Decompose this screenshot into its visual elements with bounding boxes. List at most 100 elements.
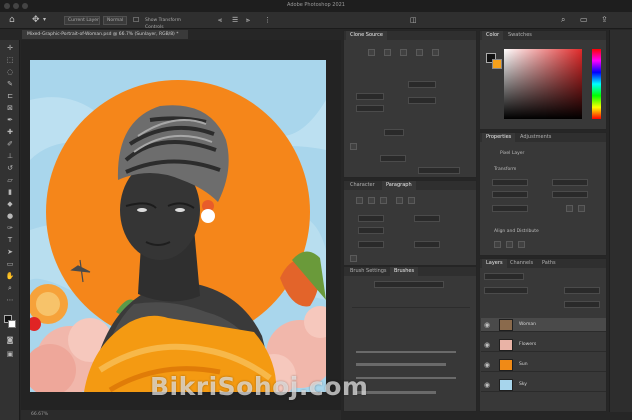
space-before-field[interactable] — [358, 241, 384, 248]
align-prop-1[interactable] — [494, 241, 501, 248]
eye-icon[interactable]: ◉ — [484, 321, 490, 329]
first-line-indent-field[interactable] — [358, 227, 384, 234]
document-tab[interactable]: Mixed-Graphic-Portrait-of-Woman.psd @ 66… — [22, 30, 188, 39]
distribute-icon[interactable]: ⋮ — [264, 15, 271, 25]
mode-field[interactable]: Normal — [103, 16, 127, 25]
eraser-tool-icon[interactable]: ▱ — [5, 176, 15, 185]
marquee-tool-icon[interactable]: ⬚ — [5, 56, 15, 65]
align-prop-2[interactable] — [506, 241, 513, 248]
tab-paragraph[interactable]: Paragraph — [382, 181, 416, 190]
clone-source-slot-3[interactable] — [400, 49, 407, 56]
align-left-text-icon[interactable] — [356, 197, 363, 204]
color-picker-field[interactable] — [504, 49, 582, 119]
screen-mode-icon[interactable]: ▣ — [5, 350, 15, 359]
justify-all-text-icon[interactable] — [408, 197, 415, 204]
width-prop-field[interactable] — [492, 179, 528, 186]
align-right-icon[interactable]: ⫸ — [246, 15, 250, 25]
path-select-tool-icon[interactable]: ➤ — [5, 248, 15, 257]
checkbox-icon[interactable]: ☐ — [133, 15, 139, 25]
3d-mode-icon[interactable]: ◫ — [410, 15, 417, 25]
hue-slider[interactable] — [592, 49, 601, 119]
height-prop-field[interactable] — [492, 191, 528, 198]
tab-clone-source[interactable]: Clone Source — [346, 31, 387, 40]
layer-item[interactable]: ◉ Woman — [481, 318, 606, 332]
opacity-field[interactable] — [380, 155, 406, 162]
zoom-readout[interactable]: 66.67% — [31, 412, 48, 417]
tab-swatches[interactable]: Swatches — [504, 31, 536, 40]
more-tools-icon[interactable]: ⋯ — [5, 296, 15, 305]
width-field[interactable] — [408, 81, 436, 88]
y-prop-field[interactable] — [552, 191, 588, 198]
indent-left-field[interactable] — [358, 215, 384, 222]
brush-size-slider[interactable] — [374, 281, 444, 288]
transform-section-label[interactable]: Transform — [494, 167, 516, 172]
gradient-tool-icon[interactable]: ▮ — [5, 188, 15, 197]
angle-prop-field[interactable] — [492, 205, 528, 212]
quick-mask-icon[interactable]: ◙ — [5, 336, 15, 345]
tab-brushes[interactable]: Brushes — [390, 267, 419, 276]
quick-select-tool-icon[interactable]: ✎ — [5, 80, 15, 89]
share-icon[interactable]: ⇪ — [601, 15, 608, 25]
chevron-down-icon[interactable]: ▾ — [43, 15, 46, 25]
tab-brush-settings[interactable]: Brush Settings — [346, 267, 391, 276]
blend-mode-field[interactable] — [484, 287, 528, 294]
align-right-text-icon[interactable] — [380, 197, 387, 204]
eye-icon[interactable]: ◉ — [484, 361, 490, 369]
align-left-icon[interactable]: ⫷ — [218, 15, 222, 25]
layer-item[interactable]: ◉ Sky — [481, 378, 606, 392]
layer-item[interactable]: ◉ Flowers — [481, 338, 606, 352]
background-color-swatch[interactable] — [8, 320, 16, 328]
justify-text-icon[interactable] — [396, 197, 403, 204]
frame-tool-icon[interactable]: ⊠ — [5, 104, 15, 113]
eyedropper-tool-icon[interactable]: ✒ — [5, 116, 15, 125]
hyphenate-checkbox[interactable] — [350, 255, 357, 262]
tab-paths[interactable]: Paths — [538, 259, 560, 268]
align-center-icon[interactable]: ☰ — [232, 15, 238, 25]
clone-source-slot-2[interactable] — [384, 49, 391, 56]
workspace-icon[interactable]: ▭ — [580, 15, 588, 25]
tab-layers[interactable]: Layers — [482, 259, 507, 268]
brush-stroke-3[interactable] — [356, 377, 456, 379]
background-swatch[interactable] — [492, 59, 502, 69]
fill-layer-field[interactable] — [564, 301, 600, 308]
zoom-tool-icon[interactable]: ⌕ — [5, 284, 15, 293]
layer-item[interactable]: ◉ Sun — [481, 358, 606, 372]
tab-properties[interactable]: Properties — [482, 133, 516, 142]
clone-stamp-tool-icon[interactable]: ⊥ — [5, 152, 15, 161]
offset-x-field[interactable] — [356, 93, 384, 100]
brush-stroke-1[interactable] — [356, 351, 456, 353]
clone-source-slot-5[interactable] — [432, 49, 439, 56]
healing-tool-icon[interactable]: ✚ — [5, 128, 15, 137]
clone-source-slot-4[interactable] — [416, 49, 423, 56]
align-center-text-icon[interactable] — [368, 197, 375, 204]
shape-tool-icon[interactable]: ▭ — [5, 260, 15, 269]
hand-tool-icon[interactable]: ✋ — [5, 272, 15, 281]
overlay-mode-field[interactable] — [418, 167, 460, 174]
tab-color[interactable]: Color — [482, 31, 504, 40]
tab-character[interactable]: Character — [346, 181, 379, 190]
tab-channels[interactable]: Channels — [506, 259, 537, 268]
x-prop-field[interactable] — [552, 179, 588, 186]
blur-tool-icon[interactable]: ◆ — [5, 200, 15, 209]
show-overlay-checkbox[interactable] — [350, 143, 357, 150]
align-prop-3[interactable] — [518, 241, 525, 248]
lasso-tool-icon[interactable]: ◌ — [5, 68, 15, 77]
brush-stroke-2[interactable] — [356, 363, 446, 366]
flip-vertical-icon[interactable] — [578, 205, 585, 212]
opacity-layer-field[interactable] — [564, 287, 600, 294]
brush-tool-icon[interactable]: ✐ — [5, 140, 15, 149]
stamp-tool-icon[interactable]: ✥ — [32, 15, 40, 25]
artwork-canvas[interactable] — [30, 60, 326, 392]
sample-field[interactable]: Current Layer — [64, 16, 100, 25]
eye-icon[interactable]: ◉ — [484, 341, 490, 349]
pen-tool-icon[interactable]: ✑ — [5, 224, 15, 233]
tab-adjustments[interactable]: Adjustments — [516, 133, 555, 142]
layer-filter-field[interactable] — [484, 273, 524, 280]
home-icon[interactable]: ⌂ — [9, 15, 15, 25]
frame-offset-field[interactable] — [384, 129, 404, 136]
search-icon[interactable]: ⌕ — [561, 15, 565, 25]
height-field[interactable] — [408, 97, 436, 104]
flip-horizontal-icon[interactable] — [566, 205, 573, 212]
indent-right-field[interactable] — [414, 215, 440, 222]
eye-icon[interactable]: ◉ — [484, 381, 490, 389]
